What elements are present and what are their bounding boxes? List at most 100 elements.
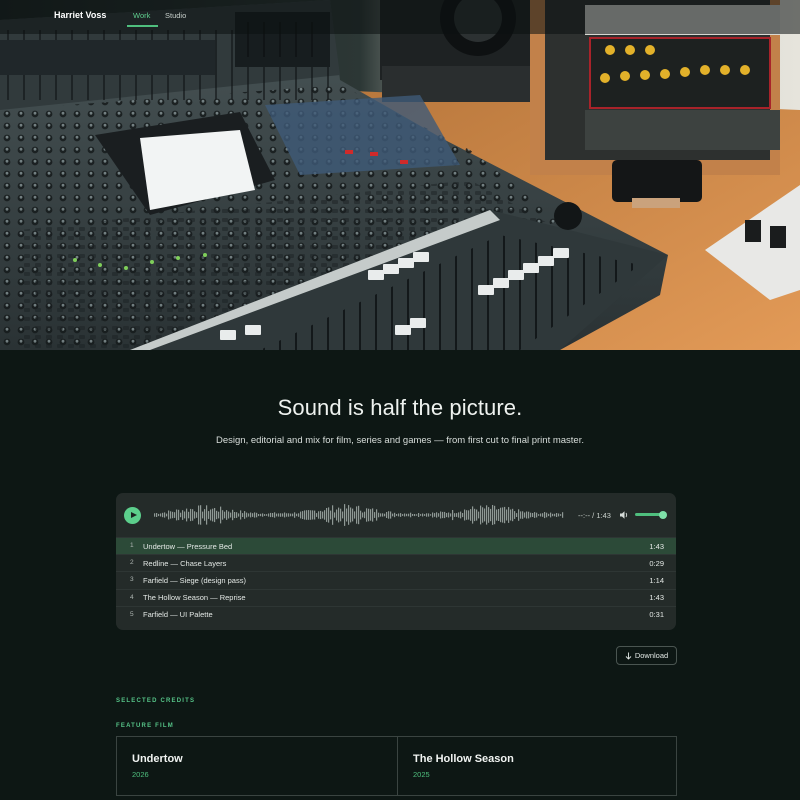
waveform-bar: [516, 513, 518, 517]
nav-link-studio[interactable]: Studio: [165, 11, 186, 20]
waveform-bar: [392, 513, 394, 517]
track-row[interactable]: 2 Redline — Chase Layers 0:29: [116, 554, 676, 571]
waveform-bar: [470, 509, 472, 521]
waveform-bar: [186, 508, 188, 522]
brand-logo[interactable]: Harriet Voss: [54, 10, 106, 20]
waveform-bar: [178, 509, 180, 521]
waveform-bar: [162, 512, 164, 518]
waveform-bar: [386, 512, 388, 518]
volume-icon[interactable]: [619, 510, 629, 520]
waveform-bar: [434, 513, 436, 517]
waveform-bar: [530, 512, 532, 518]
download-button[interactable]: Download: [616, 646, 677, 665]
waveform-bar: [208, 511, 210, 519]
waveform-bar: [292, 513, 294, 517]
waveform-bar: [180, 512, 182, 518]
track-row[interactable]: 4 The Hollow Season — Reprise 1:43: [116, 588, 676, 606]
track-row[interactable]: 5 Farfield — UI Palette 0:31: [116, 605, 676, 623]
waveform-bar: [362, 512, 364, 518]
waveform-bar: [450, 513, 452, 517]
waveform-bar: [432, 512, 434, 518]
track-title: Undertow — Pressure Bed: [143, 541, 233, 551]
waveform-bar: [466, 510, 468, 520]
waveform-bar: [424, 514, 426, 516]
waveform-bar: [296, 513, 298, 517]
credit-year: 2025: [413, 770, 430, 779]
waveform-bar: [344, 504, 346, 526]
waveform-bar: [310, 510, 312, 520]
waveform-bar: [384, 513, 386, 517]
waveform-bar: [524, 512, 526, 518]
waveform-bar: [474, 508, 476, 522]
waveform-bar: [464, 509, 466, 521]
waveform-bar: [552, 513, 554, 517]
waveform-bar: [216, 510, 218, 520]
waveform-bar: [436, 512, 438, 518]
waveform-bar: [340, 508, 342, 522]
waveform-bar: [356, 506, 358, 524]
waveform-bar: [282, 513, 284, 517]
waveform-bar: [442, 511, 444, 519]
track-row[interactable]: 3 Farfield — Siege (design pass) 1:14: [116, 571, 676, 588]
player-controls: --:-- / 1:43: [116, 493, 676, 537]
waveform-bar: [170, 511, 172, 519]
volume-slider-handle[interactable]: [659, 510, 667, 519]
waveform-bar: [238, 513, 240, 517]
waveform-bar: [332, 505, 334, 525]
waveform-bar: [330, 510, 332, 520]
waveform-bar: [218, 511, 220, 519]
waveform-scrubber[interactable]: [154, 501, 564, 529]
waveform-bar: [468, 510, 470, 520]
track-duration: 1:43: [649, 541, 664, 551]
waveform-bar: [334, 512, 336, 518]
waveform-bar: [540, 513, 542, 517]
waveform-bar: [562, 512, 564, 518]
track-title: Farfield — Siege (design pass): [143, 575, 246, 585]
waveform-bar: [548, 513, 550, 517]
nav-link-work[interactable]: Work: [133, 11, 150, 20]
waveform-bar: [320, 510, 322, 520]
waveform-bar: [336, 509, 338, 521]
waveform-bar: [262, 513, 264, 517]
waveform-bar: [348, 505, 350, 525]
audio-player: --:-- / 1:43 1 Undertow — Pressure Bed 1…: [116, 493, 676, 630]
waveform-bar: [400, 513, 402, 517]
waveform-bar: [382, 513, 384, 517]
waveform-bar: [206, 505, 208, 525]
waveform-bar: [452, 510, 454, 521]
waveform-bar: [226, 510, 228, 520]
track-row[interactable]: 1 Undertow — Pressure Bed 1:43: [116, 537, 676, 555]
waveform-bar: [370, 509, 372, 521]
waveform-bar: [504, 506, 506, 524]
waveform-bar: [352, 508, 354, 522]
waveform-bar: [498, 509, 500, 521]
credit-card[interactable]: The Hollow Season 2025: [397, 737, 677, 795]
waveform-bar: [308, 510, 310, 520]
mixing-console-photo: [0, 0, 800, 350]
waveform-bar: [472, 506, 474, 524]
waveform-bar: [484, 508, 486, 522]
credit-card[interactable]: Undertow 2026: [117, 737, 397, 795]
waveform-bar: [556, 513, 558, 517]
track-list: 1 Undertow — Pressure Bed 1:43 2 Redline…: [116, 537, 676, 623]
top-navigation: Harriet Voss Work Studio: [0, 0, 800, 34]
playback-time: --:-- / 1:43: [578, 511, 611, 520]
waveform-bar: [294, 512, 296, 518]
waveform-bar: [230, 512, 232, 518]
page-headline: Sound is half the picture.: [277, 395, 523, 420]
waveform-bar: [458, 512, 460, 518]
waveform-bar: [314, 510, 316, 520]
waveform-bar: [228, 511, 230, 519]
waveform-bar: [374, 512, 376, 518]
play-button[interactable]: [124, 507, 141, 524]
waveform-bar: [378, 512, 380, 518]
waveform-bar: [490, 508, 492, 522]
track-number: 4: [130, 593, 134, 601]
waveform-bar: [266, 514, 268, 516]
waveform-bar: [306, 510, 308, 520]
waveform-bar: [398, 513, 400, 517]
waveform-bar: [318, 511, 320, 519]
waveform-bar: [194, 511, 196, 519]
waveform-bar: [270, 512, 272, 518]
waveform-bar: [168, 510, 170, 520]
